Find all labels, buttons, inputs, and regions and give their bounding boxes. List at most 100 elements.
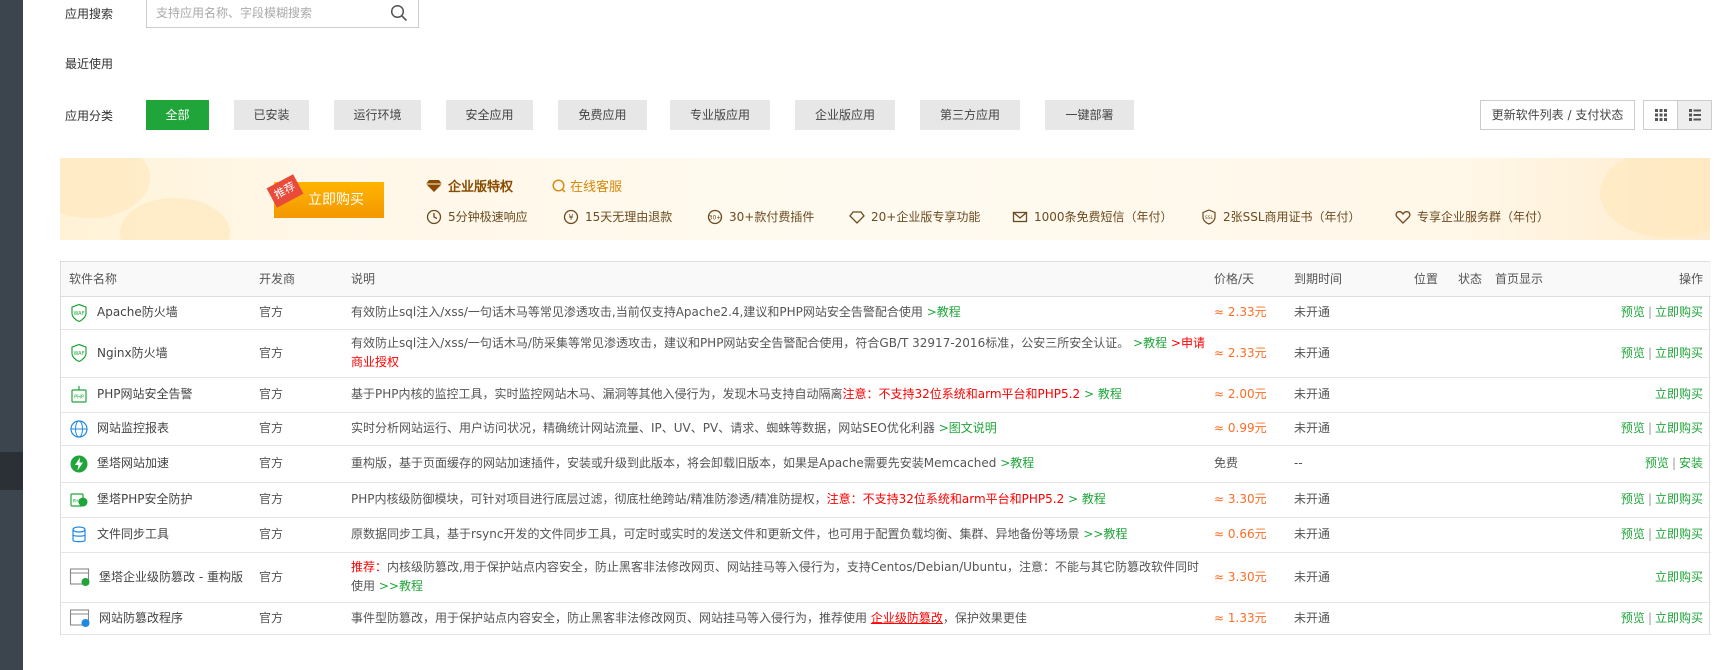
developer: 官方 xyxy=(251,412,343,446)
refund-icon: ¥ xyxy=(563,209,579,224)
plugin-icon: 30+ xyxy=(707,209,723,224)
waf-shield-icon: WAF xyxy=(71,303,87,322)
buy-link[interactable]: 立即购买 xyxy=(1655,346,1703,360)
diamond-icon xyxy=(426,179,442,192)
description: 有效防止sql注入/xss/一句话木马/防采集等常见渗透攻击，建议和PHP网站安… xyxy=(343,329,1206,378)
tutorial-link[interactable]: >教程 xyxy=(1000,456,1034,470)
enterprise-title: 企业版特权 xyxy=(426,176,513,195)
tutorial-link[interactable]: >图文说明 xyxy=(939,421,997,435)
table-row: 网站监控报表 官方 实时分析网站运行、用户访问状况，精确统计网站流量、IP、UV… xyxy=(61,412,1711,446)
online-service-link[interactable]: 在线客服 xyxy=(552,176,622,195)
row-actions: 预览 | 立即购买 xyxy=(1567,517,1711,553)
preview-link[interactable]: 预览 xyxy=(1621,305,1645,319)
price: ≈ 2.33元 xyxy=(1206,296,1286,330)
recent-label: 最近使用 xyxy=(65,57,114,71)
banner-decoration xyxy=(120,198,230,240)
category-enterprise[interactable]: 企业版应用 xyxy=(795,100,895,130)
mail-icon xyxy=(1012,211,1028,222)
preview-link[interactable]: 预览 xyxy=(1621,421,1645,435)
price: ≈ 0.99元 xyxy=(1206,412,1286,446)
expire-time: 未开通 xyxy=(1286,517,1406,553)
tutorial-link[interactable]: >>教程 xyxy=(1083,527,1127,541)
category-one-click[interactable]: 一键部署 xyxy=(1045,100,1134,130)
enterprise-title-text: 企业版特权 xyxy=(448,180,514,195)
software-table: 软件名称 开发商 说明 价格/天 到期时间 位置 状态 首页显示 操作 WAF A… xyxy=(60,261,1711,635)
buy-link[interactable]: 立即购买 xyxy=(1655,527,1703,541)
col-header-status: 状态 xyxy=(1450,262,1487,297)
perk-service-group: 专享企业服务群（年付） xyxy=(1395,208,1549,225)
buy-link[interactable]: 立即购买 xyxy=(1655,387,1703,401)
buy-link[interactable]: 立即购买 xyxy=(1655,492,1703,506)
perk-ssl: SSL 2张SSL商用证书（年付） xyxy=(1201,208,1361,225)
perk-refund: ¥ 15天无理由退款 xyxy=(563,208,672,225)
app-store-panel: 应用搜索 最近使用 应用分类 全部 已安装 运行环境 安全应用 免费应用 专业版… xyxy=(23,0,1721,670)
category-installed[interactable]: 已安装 xyxy=(234,100,309,130)
lightning-icon xyxy=(70,455,88,472)
col-header-location: 位置 xyxy=(1406,262,1450,297)
preview-link[interactable]: 预览 xyxy=(1621,346,1645,360)
description: 有效防止sql注入/xss/一句话木马等常见渗透攻击,当前仅支持Apache2.… xyxy=(343,296,1206,330)
preview-link[interactable]: 预览 xyxy=(1621,611,1645,625)
col-header-name: 软件名称 xyxy=(61,262,251,297)
category-pro[interactable]: 专业版应用 xyxy=(670,100,770,130)
developer: 官方 xyxy=(251,377,343,413)
developer: 官方 xyxy=(251,602,343,635)
tamper-proof-icon xyxy=(69,568,90,586)
perk-sms: 1000条免费短信（年付） xyxy=(1012,208,1173,225)
expire-time: 未开通 xyxy=(1286,296,1406,330)
svg-text:PHP: PHP xyxy=(73,498,82,504)
col-header-actions: 操作 xyxy=(1567,262,1711,297)
price: 免费 xyxy=(1206,445,1286,483)
buy-link[interactable]: 立即购买 xyxy=(1655,305,1703,319)
svg-text:WAF: WAF xyxy=(74,351,85,357)
preview-link[interactable]: 预览 xyxy=(1621,492,1645,506)
category-runtime[interactable]: 运行环境 xyxy=(334,100,421,130)
list-view-button[interactable] xyxy=(1677,100,1712,130)
chat-icon xyxy=(552,178,566,192)
category-free[interactable]: 免费应用 xyxy=(558,100,647,130)
tutorial-link[interactable]: > 教程 xyxy=(1084,387,1122,401)
category-security[interactable]: 安全应用 xyxy=(446,100,533,130)
buy-link[interactable]: 立即购买 xyxy=(1655,570,1703,584)
software-name: 堡塔企业级防篡改 - 重构版 xyxy=(99,569,243,584)
search-input[interactable] xyxy=(147,0,382,26)
search-icon[interactable] xyxy=(390,4,408,22)
category-all[interactable]: 全部 xyxy=(146,100,209,130)
update-list-button[interactable]: 更新软件列表 / 支付状态 xyxy=(1480,100,1635,130)
buy-link[interactable]: 立即购买 xyxy=(1655,421,1703,435)
software-name: 文件同步工具 xyxy=(97,527,170,541)
table-row: 堡塔网站加速 官方 重构版，基于页面缓存的网站加速插件，安装或升级到此版本，将会… xyxy=(61,445,1711,483)
expire-time: 未开通 xyxy=(1286,329,1406,378)
expire-time: 未开通 xyxy=(1286,412,1406,446)
grid-view-button[interactable] xyxy=(1643,100,1678,130)
price: ≈ 2.00元 xyxy=(1206,377,1286,413)
enterprise-tamper-link[interactable]: 企业级防篡改 xyxy=(871,611,943,625)
table-row: 堡塔企业级防篡改 - 重构版 官方 推荐：内核级防篡改,用于保护站点内容安全，防… xyxy=(61,552,1711,603)
expire-time: 未开通 xyxy=(1286,602,1406,635)
clock-icon xyxy=(426,209,442,224)
tutorial-link[interactable]: >>教程 xyxy=(379,579,423,593)
tutorial-link[interactable]: >教程 xyxy=(927,305,961,319)
preview-link[interactable]: 预览 xyxy=(1645,456,1669,470)
row-actions: 预览 | 立即购买 xyxy=(1567,296,1711,330)
tutorial-link[interactable]: >教程 xyxy=(1133,336,1167,350)
software-name: Nginx防火墙 xyxy=(97,345,168,360)
category-third-party[interactable]: 第三方应用 xyxy=(920,100,1020,130)
enterprise-banner: 推荐 立即购买 企业版特权 在线客服 5分钟极速响应 ¥ 15天无理由退款 30… xyxy=(60,158,1710,240)
buy-link[interactable]: 立即购买 xyxy=(1655,611,1703,625)
expire-time: 未开通 xyxy=(1286,377,1406,413)
svg-text:PHP: PHP xyxy=(74,394,84,400)
software-name: PHP网站安全告警 xyxy=(97,387,193,401)
table-row: PHP 堡塔PHP安全防护 官方 PHP内核级防御模块，可针对项目进行底层过滤，彻… xyxy=(61,482,1711,518)
tutorial-link[interactable]: > 教程 xyxy=(1068,492,1106,506)
banner-decoration xyxy=(1600,158,1710,238)
price: ≈ 2.33元 xyxy=(1206,329,1286,378)
warning-note: 注意：不支持32位系统和arm平台和PHP5.2 xyxy=(826,492,1065,506)
col-header-description: 说明 xyxy=(343,262,1206,297)
expire-time: -- xyxy=(1286,445,1406,483)
software-name: 网站监控报表 xyxy=(97,421,170,435)
row-actions: 预览 | 立即购买 xyxy=(1567,482,1711,518)
install-link[interactable]: 安装 xyxy=(1679,456,1703,470)
preview-link[interactable]: 预览 xyxy=(1621,527,1645,541)
description: 实时分析网站运行、用户访问状况，精确统计网站流量、IP、UV、PV、请求、蜘蛛等… xyxy=(343,412,1206,446)
